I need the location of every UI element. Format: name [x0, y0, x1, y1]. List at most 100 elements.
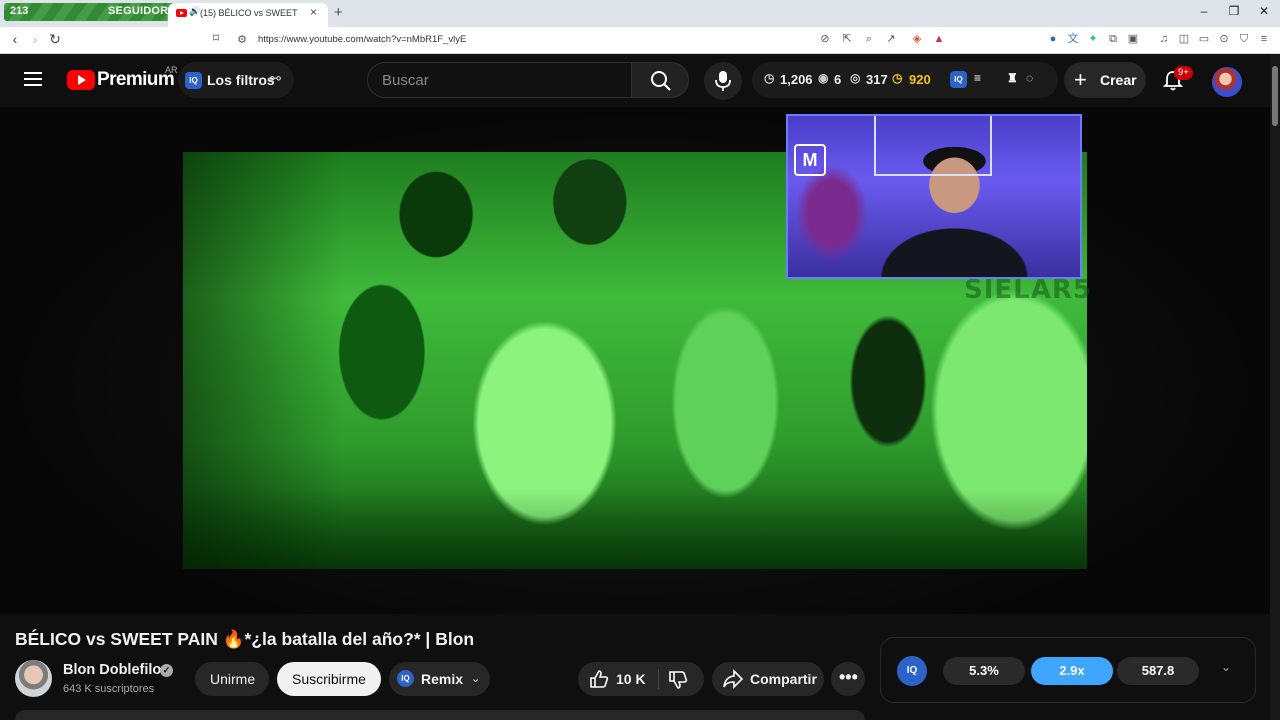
wallet-icon[interactable]: ▭ [1198, 33, 1210, 45]
create-button[interactable]: + Crear [1064, 62, 1146, 98]
account-avatar[interactable] [1212, 67, 1242, 97]
audio-playing-icon[interactable]: 🔊 [189, 6, 200, 17]
share-button[interactable]: Compartir [712, 662, 824, 696]
clock-icon: ◷ [764, 71, 775, 85]
search-button[interactable] [631, 62, 689, 98]
shield-icon[interactable]: ◈ [911, 33, 923, 45]
scrollbar-thumb[interactable] [1272, 66, 1278, 126]
webcam-logo: M [794, 144, 826, 176]
puzzle-icon[interactable]: ⧉ [1107, 33, 1119, 45]
watch-icon: ◎ [850, 71, 861, 85]
trophy-icon[interactable]: ♜ [1007, 71, 1018, 85]
search-placeholder: Buscar [382, 72, 429, 89]
url-text: https://www.youtube.com/watch?v=nMbR1F_v… [258, 34, 467, 45]
browser-toolbar: ‹ › ↻ ⌑ ⚙ https://www.youtube.com/watch?… [0, 27, 1280, 54]
webcam-shelf [874, 116, 992, 176]
notifications-badge: 9+ [1174, 66, 1193, 80]
sliders-icon: ⚯ [270, 71, 281, 86]
stat-likes: 1,206 [780, 72, 813, 87]
stat-views: 6 [834, 72, 842, 87]
vpn-icon[interactable]: ⊙ [1218, 33, 1230, 45]
subscribe-button[interactable]: Suscribirme [277, 662, 381, 696]
sidebar-icon[interactable]: ▣ [1127, 33, 1139, 45]
forward-icon[interactable]: › [27, 31, 43, 47]
video-overlay-text: SIELAR5 [964, 275, 1092, 305]
premium-wordmark[interactable]: Premium [97, 69, 175, 91]
join-button[interactable]: Unirme [195, 662, 269, 696]
close-window-icon[interactable]: ✕ [1254, 4, 1274, 18]
join-label: Unirme [210, 671, 256, 687]
subscriber-count: 643 K suscriptores [63, 683, 155, 695]
video-title: BÉLICO vs SWEET PAIN 🔥*¿la batalla del a… [15, 629, 475, 649]
description-box[interactable] [15, 710, 865, 720]
browser-tab-active[interactable]: 🔊 (15) BÉLICO vs SWEET PAIN 🔥 × [168, 3, 328, 27]
close-tab-icon[interactable]: × [310, 5, 317, 19]
iq-extension-icon: IQ [185, 72, 202, 89]
filters-label: Los filtros [207, 72, 275, 88]
iq-badge-icon[interactable]: IQ [950, 71, 967, 88]
voice-search-button[interactable] [704, 62, 742, 100]
iq-panel-badge[interactable]: IQ [897, 656, 927, 686]
chevron-down-icon[interactable]: ⌄ [471, 672, 480, 685]
minimize-icon[interactable]: – [1194, 4, 1214, 18]
follower-goal-target: 350 [250, 2, 269, 14]
tracking-off-icon[interactable]: ⊘ [819, 33, 831, 45]
share-page-icon[interactable]: ↗ [885, 33, 897, 45]
rewards-icon[interactable]: ▲ [933, 33, 945, 45]
extension-icon[interactable]: ✦ [1087, 33, 1099, 45]
brave-shield-icon[interactable]: ⛉ [1238, 33, 1250, 45]
dislike-thumb-icon[interactable] [668, 670, 688, 690]
remix-button[interactable]: IQ Remix ⌄ [389, 662, 490, 696]
iq-stat-percent: 5.3% [943, 657, 1025, 685]
translate-icon[interactable]: 文 [1067, 33, 1079, 45]
iq-stat-score: 587.8 [1117, 657, 1199, 685]
youtube-favicon-icon [176, 9, 187, 17]
more-dots-icon: ••• [839, 667, 858, 687]
reload-icon[interactable]: ↻ [47, 31, 63, 48]
stat-coins: 920 [909, 72, 931, 87]
more-actions-button[interactable]: ••• [831, 662, 865, 696]
eye-icon: ◉ [818, 71, 829, 85]
channel-avatar[interactable] [15, 660, 52, 697]
like-divider [658, 669, 659, 689]
restore-icon[interactable]: ❐ [1224, 4, 1244, 18]
youtube-logo-icon[interactable] [67, 70, 95, 90]
share-label: Compartir [750, 671, 817, 687]
zoom-icon[interactable]: ⌕ [863, 33, 875, 45]
share-arrow-icon [723, 669, 744, 689]
like-thumb-icon[interactable] [589, 669, 609, 689]
coin-icon: ◷ [892, 71, 903, 85]
expand-chevron-icon[interactable]: ⌄ [1221, 660, 1231, 674]
verified-check-icon: ✓ [160, 664, 173, 677]
microphone-icon [715, 71, 731, 91]
plus-icon: + [1074, 67, 1087, 92]
country-code: AR [165, 65, 178, 75]
like-count: 10 K [616, 671, 646, 687]
video-shade-bottom [183, 489, 1087, 569]
like-dislike-group: 10 K [578, 662, 704, 696]
hamburger-menu-icon[interactable] [24, 72, 42, 86]
media-icon[interactable]: ♫ [1158, 33, 1170, 45]
back-icon[interactable]: ‹ [7, 31, 23, 47]
iq-stat-multiplier[interactable]: 2.9x [1031, 657, 1113, 685]
stat-watch: 317 [866, 72, 888, 87]
open-in-app-icon[interactable]: ⇱ [841, 33, 853, 45]
site-info-icon[interactable]: ⚙ [236, 34, 248, 46]
bookmark-icon[interactable]: ⌑ [208, 31, 224, 45]
page-scrollbar[interactable] [1270, 54, 1280, 720]
browser-menu-icon[interactable]: ≡ [1258, 33, 1270, 45]
chat-icon[interactable]: ◌ [1026, 71, 1033, 85]
search-input[interactable]: Buscar [367, 62, 631, 98]
webcam-overlay: M [786, 114, 1082, 279]
extension-iq-icon[interactable]: ● [1047, 33, 1059, 45]
filters-button[interactable]: IQ Los filtros ⚯ [178, 62, 294, 98]
create-label: Crear [1100, 72, 1137, 88]
split-view-icon[interactable]: ◫ [1178, 33, 1190, 45]
extension-stats-bar: ◷ 1,206 ◉ 6 ◎ 317 ◷ 920 IQ ≡ ♜ ◌ [752, 62, 1058, 98]
new-tab-button[interactable]: + [334, 4, 343, 21]
follower-count: 213 [10, 5, 29, 17]
iq-stats-panel: IQ 5.3% 2.9x 587.8 ⌄ [880, 637, 1256, 703]
channel-name[interactable]: Blon Doblefilo [63, 662, 161, 678]
queue-icon[interactable]: ≡ [974, 71, 981, 85]
search-icon [651, 71, 671, 91]
